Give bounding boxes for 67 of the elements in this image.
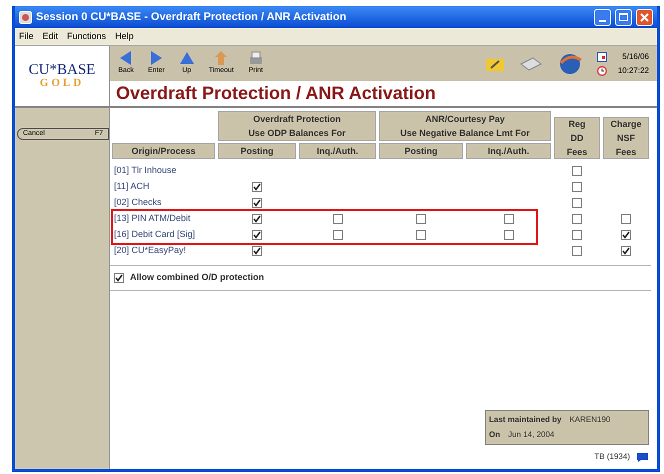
column-header: Inq./Auth. (299, 143, 376, 159)
checkbox[interactable] (572, 166, 582, 176)
checkbox[interactable] (114, 272, 124, 283)
header-line: Use ODP Balances For (248, 127, 346, 140)
status-text: TB (1934) (594, 451, 630, 463)
left-arrow-icon (118, 50, 134, 66)
checkbox[interactable] (252, 230, 262, 240)
column-header: Origin/Process (112, 143, 215, 159)
row-label: [11] ACH (113, 180, 150, 194)
checkbox[interactable] (416, 214, 426, 224)
window-title: Session 0 CU*BASE - Overdraft Protection / ANR Activation (36, 10, 348, 25)
column-header: Inq./Auth. (466, 143, 551, 159)
calendar-icon (597, 52, 607, 62)
clock-icon (597, 66, 607, 76)
info-value: Jun 14, 2004 (508, 429, 554, 441)
menu-item[interactable]: Functions (67, 30, 106, 44)
row-label: [20] CU*EasyPay! (113, 244, 188, 258)
time-text: 10:27:22 (618, 64, 649, 76)
app-icon (19, 10, 32, 24)
logo-text: CU*BASE (28, 63, 96, 78)
header-line: Use Negative Balance Lmt For (400, 127, 530, 140)
checkbox[interactable] (621, 230, 631, 240)
column-header: Charge NSF Fees (603, 117, 649, 159)
checkbox[interactable] (252, 182, 262, 192)
column-header: Reg DD Fees (554, 117, 600, 159)
maximize-button[interactable] (615, 8, 632, 26)
checkbox[interactable] (252, 246, 262, 256)
arrow-icon (213, 50, 230, 66)
minimize-button[interactable] (594, 8, 611, 26)
checkbox[interactable] (572, 246, 582, 256)
printer-icon (248, 50, 264, 66)
checkbox[interactable] (621, 214, 631, 224)
checkbox[interactable] (332, 214, 342, 224)
column-header: Posting (218, 143, 296, 159)
row-label: [02] Checks (113, 196, 163, 210)
close-icon (640, 12, 649, 22)
right-arrow-icon (148, 50, 164, 66)
menu-item[interactable]: Edit (42, 30, 58, 44)
checkbox[interactable] (572, 198, 582, 208)
checkbox[interactable] (416, 230, 426, 240)
menu-item[interactable]: Help (115, 30, 134, 44)
menu-item[interactable]: File (19, 30, 34, 44)
checkbox[interactable] (572, 230, 582, 240)
header-line: ANR/Courtesy Pay (425, 113, 505, 126)
checkbox[interactable] (332, 230, 342, 240)
info-label: On (489, 429, 500, 441)
page-heading: Overdraft Protection / ANR Activation (116, 82, 436, 105)
checkbox[interactable] (252, 198, 262, 208)
checkbox[interactable] (504, 214, 514, 224)
up-arrow-icon (178, 50, 195, 66)
help-icon (636, 452, 649, 462)
checkbox[interactable] (252, 214, 262, 224)
date-text: 5/16/06 (622, 50, 649, 62)
checkbox[interactable] (621, 246, 631, 256)
row-label: [01] Tlr Inhouse (113, 164, 178, 178)
logo-subtext: GOLD (40, 78, 84, 89)
column-header: Posting (379, 143, 463, 159)
info-value: KAREN190 (569, 414, 610, 426)
row-label: [13] PIN ATM/Debit (113, 212, 192, 226)
option-label: Allow combined O/D protection (130, 271, 264, 284)
header-line: Overdraft Protection (253, 113, 341, 126)
checkbox[interactable] (572, 182, 582, 192)
checkbox[interactable] (504, 230, 514, 240)
close-button[interactable] (636, 8, 653, 26)
info-label: Last maintained by (489, 414, 562, 426)
row-label: [16] Debit Card [Sig] (113, 228, 196, 242)
checkbox[interactable] (572, 214, 582, 224)
